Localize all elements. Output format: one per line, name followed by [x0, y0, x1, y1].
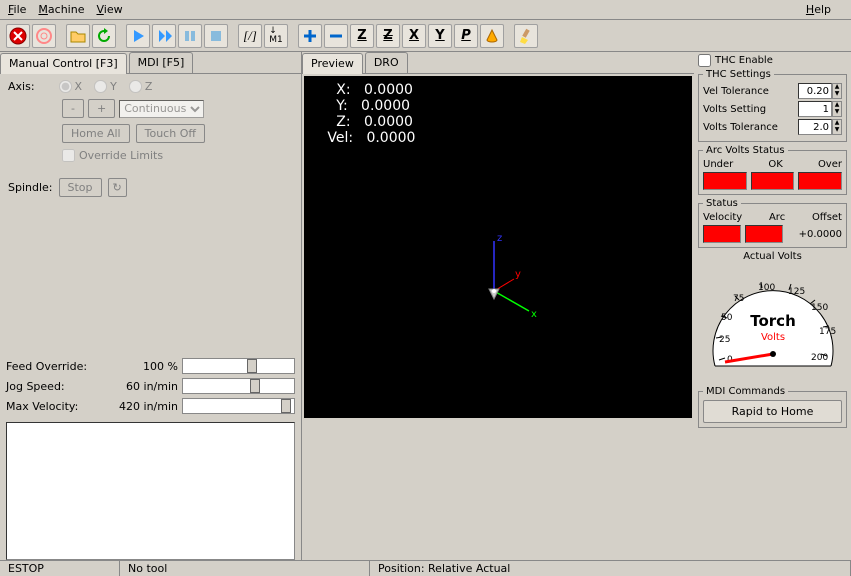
home-all-button[interactable]: Home All [62, 124, 130, 143]
volts-tolerance-spinner[interactable]: ▲▼ [832, 119, 842, 135]
jog-speed-slider[interactable] [182, 378, 295, 394]
power-button[interactable] [32, 24, 56, 48]
touch-off-button[interactable]: Touch Off [136, 124, 205, 143]
arc-under-indicator [703, 172, 747, 190]
preview-canvas[interactable]: X: 0.0000 Y: 0.0000 Z: 0.0000 Vel: 0.000… [304, 76, 692, 418]
override-limits-checkbox[interactable] [62, 149, 75, 162]
status-estop: ESTOP [0, 561, 120, 576]
svg-text:Volts: Volts [760, 332, 784, 343]
thc-settings-group: THC Settings Vel Tolerance 0.20▲▼ Volts … [698, 69, 847, 142]
max-velocity-label: Max Velocity: [6, 400, 116, 413]
offset-value: +0.0000 [799, 229, 842, 240]
override-limits-label: Override Limits [79, 149, 163, 162]
jog-speed-value: 60 in/min [116, 380, 182, 393]
spindle-stop-button[interactable]: Stop [59, 178, 102, 197]
volts-tolerance-label: Volts Tolerance [703, 122, 778, 133]
toolbar: [/] ↓M1 Z Z X Y P [0, 20, 851, 52]
rapid-to-home-button[interactable]: Rapid to Home [703, 400, 842, 423]
zoom-out-button[interactable] [324, 24, 348, 48]
max-velocity-slider[interactable] [182, 398, 295, 414]
tab-dro[interactable]: DRO [365, 52, 408, 73]
view-y-button[interactable]: Y [428, 24, 452, 48]
opt-stop-button[interactable]: [/] [238, 24, 262, 48]
status-group: Status VelocityArcOffset +0.0000 [698, 198, 847, 248]
axis-z-radio[interactable]: Z [129, 80, 153, 93]
volts-setting-spinner[interactable]: ▲▼ [832, 101, 842, 117]
status-position: Position: Relative Actual [370, 561, 851, 576]
volts-setting-input[interactable]: 1 [798, 101, 832, 117]
spindle-label: Spindle: [8, 181, 53, 194]
axis-x-radio[interactable]: X [59, 80, 83, 93]
svg-text:z: z [497, 233, 502, 244]
svg-text:175: 175 [819, 327, 836, 337]
status-tool: No tool [120, 561, 370, 576]
tab-manual-control[interactable]: Manual Control [F3] [0, 53, 127, 74]
svg-text:150: 150 [811, 303, 828, 313]
thc-enable-label: THC Enable [715, 55, 773, 66]
jog-minus-button[interactable]: - [62, 99, 84, 118]
feed-override-slider[interactable] [182, 358, 295, 374]
volts-tolerance-input[interactable]: 2.0 [798, 119, 832, 135]
zoom-in-button[interactable] [298, 24, 322, 48]
svg-text:125: 125 [788, 287, 805, 297]
menu-bar: File Machine View Help [0, 0, 851, 20]
view-z-button[interactable]: Z [350, 24, 374, 48]
view-x-button[interactable]: X [402, 24, 426, 48]
actual-volts-label: Actual Volts [698, 251, 847, 262]
volts-gauge: 0 25 50 75 100 125 150 175 200 [703, 264, 843, 384]
svg-text:x: x [531, 309, 537, 320]
jog-mode-select[interactable]: Continuous [119, 100, 204, 118]
axis-y-radio[interactable]: Y [94, 80, 117, 93]
status-bar: ESTOP No tool Position: Relative Actual [0, 560, 851, 576]
volts-setting-label: Volts Setting [703, 104, 766, 115]
velocity-indicator [703, 225, 741, 243]
menu-view[interactable]: View [96, 3, 122, 16]
menu-file[interactable]: File [8, 3, 26, 16]
menu-machine[interactable]: Machine [38, 3, 84, 16]
jog-plus-button[interactable]: + [88, 99, 115, 118]
stop-button[interactable] [204, 24, 228, 48]
svg-text:Torch: Torch [750, 312, 796, 330]
spindle-refresh-button[interactable]: ↻ [108, 178, 127, 197]
arc-over-indicator [798, 172, 842, 190]
tab-preview[interactable]: Preview [302, 53, 363, 74]
vel-tolerance-label: Vel Tolerance [703, 86, 769, 97]
arc-indicator [745, 225, 783, 243]
view-z2-button[interactable]: Z [376, 24, 400, 48]
feed-override-value: 100 % [116, 360, 182, 373]
jog-speed-label: Jog Speed: [6, 380, 116, 393]
open-file-button[interactable] [66, 24, 90, 48]
axis-label: Axis: [8, 80, 35, 93]
m1-button[interactable]: ↓M1 [264, 24, 288, 48]
vel-tolerance-spinner[interactable]: ▲▼ [832, 83, 842, 99]
arc-ok-indicator [751, 172, 795, 190]
clear-plot-button[interactable] [514, 24, 538, 48]
menu-help[interactable]: Help [806, 3, 831, 16]
svg-text:25: 25 [719, 335, 730, 345]
arc-volts-status-group: Arc Volts Status UnderOKOver [698, 145, 847, 195]
pause-button[interactable] [178, 24, 202, 48]
estop-button[interactable] [6, 24, 30, 48]
view-cone-button[interactable] [480, 24, 504, 48]
tab-mdi[interactable]: MDI [F5] [129, 52, 194, 73]
thc-enable-checkbox[interactable] [698, 54, 711, 67]
mdi-commands-group: MDI Commands Rapid to Home [698, 386, 847, 428]
feed-override-label: Feed Override: [6, 360, 116, 373]
play-button[interactable] [126, 24, 150, 48]
view-p-button[interactable]: P [454, 24, 478, 48]
max-velocity-value: 420 in/min [116, 400, 182, 413]
svg-text:y: y [515, 269, 521, 280]
reload-button[interactable] [92, 24, 116, 48]
step-button[interactable] [152, 24, 176, 48]
svg-text:200: 200 [811, 353, 828, 363]
vel-tolerance-input[interactable]: 0.20 [798, 83, 832, 99]
svg-text:100: 100 [758, 283, 775, 293]
output-panel [6, 422, 295, 560]
svg-text:75: 75 [733, 294, 744, 304]
axis-indicator: z x y [469, 231, 549, 321]
